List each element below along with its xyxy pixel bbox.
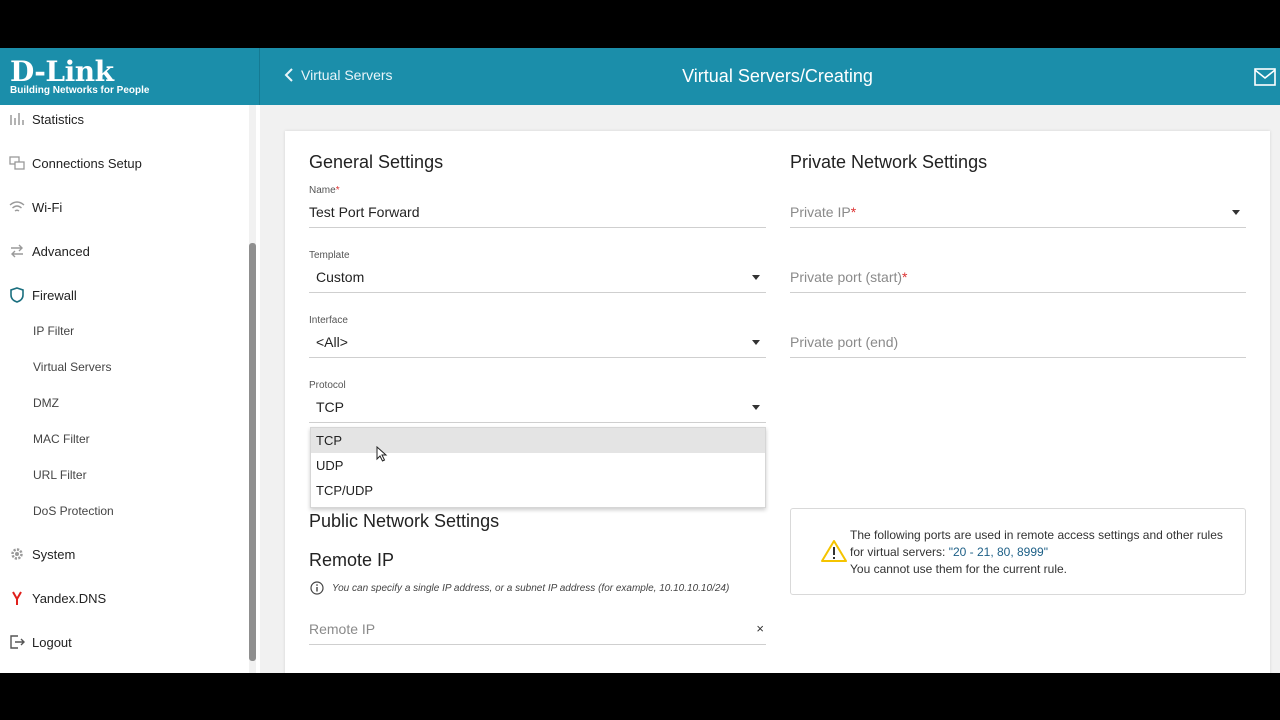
clear-icon[interactable]: × [756,621,764,636]
hint-text: You can specify a single IP address, or … [332,582,730,594]
private-port-start-placeholder: Private port (start)* [790,269,908,285]
private-port-start-input[interactable]: Private port (start)* [790,263,1246,293]
sidebar-item-yandex-dns[interactable]: Yandex.DNS [0,584,245,612]
template-label: Template [309,250,350,261]
wifi-icon [9,199,25,215]
chevron-down-icon [752,340,760,345]
mouse-cursor-icon [376,446,388,462]
remote-ip-title: Remote IP [309,550,395,570]
gear-icon [9,546,25,562]
interface-label: Interface [309,315,348,326]
protocol-dropdown-menu: TCP UDP TCP/UDP [310,427,766,508]
reserved-ports: "20 - 21, 80, 8999" [948,545,1048,559]
private-ip-placeholder: Private IP* [790,204,857,220]
warning-message: The following ports are used in remote a… [850,528,1223,576]
info-icon [310,581,324,595]
protocol-select[interactable]: TCP [309,393,766,423]
top-bar: D-Link Building Networks for People Virt… [0,48,1280,105]
shield-icon [9,287,25,303]
chevron-down-icon [1232,210,1240,215]
name-value: Test Port Forward [309,204,420,220]
bar-chart-icon [9,111,25,127]
yandex-icon [9,590,25,606]
back-link-label: Virtual Servers [301,67,393,83]
sidebar-item-label: System [32,546,76,562]
sidebar: Statistics Connections Setup Wi-Fi Advan… [0,105,245,673]
sidebar-item-label: Advanced [32,243,90,259]
remote-ip-hint: You can specify a single IP address, or … [310,581,729,595]
protocol-option-tcp-udp[interactable]: TCP/UDP [311,478,765,503]
warning-icon [821,540,847,562]
sidebar-item-system[interactable]: System [0,540,245,568]
logo-tagline: Building Networks for People [10,85,150,96]
page-title: Virtual Servers/Creating [682,66,873,86]
dlink-logo[interactable]: D-Link Building Networks for People [0,48,260,105]
logo-brand: D-Link [10,55,114,88]
arrows-icon [9,243,25,259]
sidebar-subitem-ip-filter[interactable]: IP Filter [33,324,74,338]
sidebar-subitem-dmz[interactable]: DMZ [33,396,59,410]
scrollbar-thumb[interactable] [249,243,256,661]
private-ip-select[interactable]: Private IP* [790,198,1246,228]
sidebar-item-label: Connections Setup [32,155,142,171]
sidebar-subitem-dos-protection[interactable]: DoS Protection [33,504,114,518]
sidebar-item-advanced[interactable]: Advanced [0,237,245,265]
name-field[interactable]: Test Port Forward [309,198,766,228]
template-value: Custom [316,269,365,285]
sidebar-scrollbar[interactable] [245,105,260,673]
protocol-label: Protocol [309,380,346,391]
chevron-down-icon [752,405,760,410]
mail-icon[interactable] [1254,68,1276,86]
remote-ip-input[interactable]: Remote IP × [309,615,766,645]
router-web-ui: D-Link Building Networks for People Virt… [0,48,1280,673]
interface-value: <All> [316,334,348,350]
sidebar-item-wifi[interactable]: Wi-Fi [0,193,245,221]
remote-ip-placeholder: Remote IP [309,621,376,637]
sidebar-item-label: Firewall [32,287,77,303]
connections-icon [9,155,25,171]
sidebar-item-logout[interactable]: Logout [0,628,245,656]
chevron-down-icon [752,275,760,280]
name-label: Name* [309,185,340,196]
private-port-end-placeholder: Private port (end) [790,334,899,350]
ports-warning-box: The following ports are used in remote a… [790,508,1246,595]
sidebar-item-label: Yandex.DNS [32,590,107,606]
private-network-settings-title: Private Network Settings [790,152,988,172]
sidebar-item-label: Wi-Fi [32,199,63,215]
back-to-virtual-servers-link[interactable]: Virtual Servers [283,67,393,83]
sidebar-subitem-virtual-servers[interactable]: Virtual Servers [33,360,111,374]
public-network-settings-title: Public Network Settings [309,511,500,531]
chevron-left-icon [284,68,293,82]
sidebar-item-label: Statistics [32,111,85,127]
sidebar-item-connections-setup[interactable]: Connections Setup [0,149,245,177]
sidebar-item-firewall[interactable]: Firewall [0,281,245,309]
sidebar-subitem-url-filter[interactable]: URL Filter [33,468,87,482]
private-port-end-input[interactable]: Private port (end) [790,328,1246,358]
general-settings-title: General Settings [309,152,444,172]
sidebar-item-statistics[interactable]: Statistics [0,105,245,133]
protocol-value: TCP [316,399,344,415]
interface-select[interactable]: <All> [309,328,766,358]
template-select[interactable]: Custom [309,263,766,293]
sidebar-item-label: Logout [32,634,72,650]
logout-icon [9,634,25,650]
sidebar-subitem-mac-filter[interactable]: MAC Filter [33,432,90,446]
